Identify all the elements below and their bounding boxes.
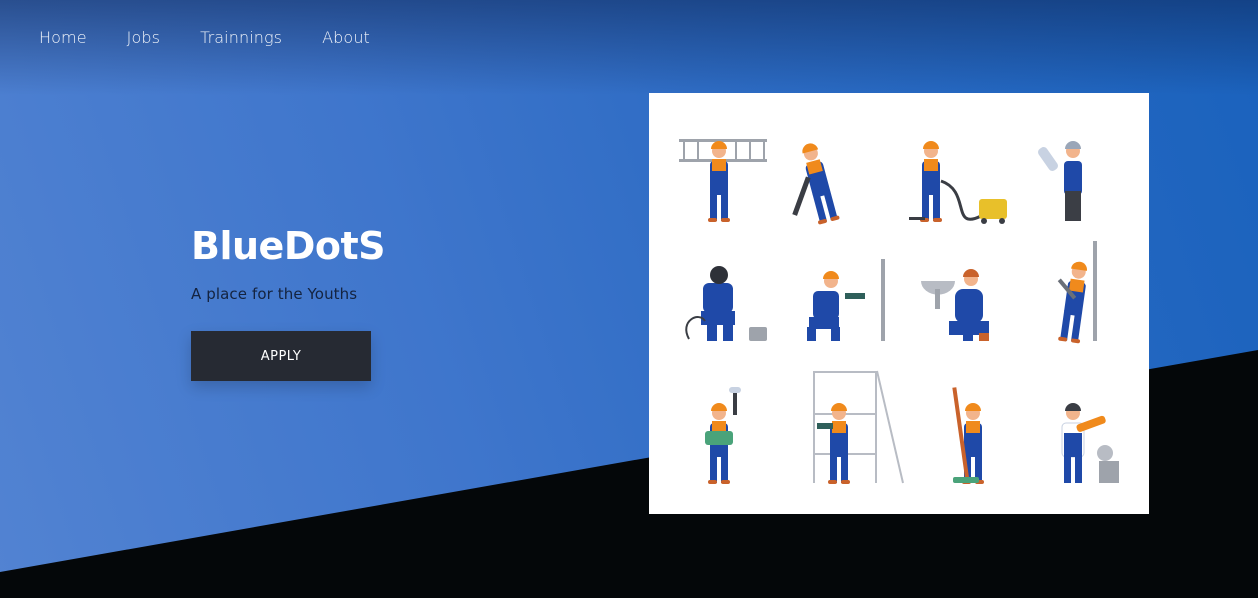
worker-plumber-icon xyxy=(921,269,989,341)
worker-welder-icon xyxy=(685,266,767,341)
worker-chainsaw-icon xyxy=(1061,403,1119,483)
hero-tagline: A place for the Youths xyxy=(191,285,358,303)
workers-illustration xyxy=(649,93,1149,514)
nav-home-link[interactable]: Home xyxy=(39,28,87,47)
worker-blueprint-icon xyxy=(1038,141,1082,221)
nav-about-link[interactable]: About xyxy=(322,28,370,47)
worker-jackhammer-icon xyxy=(792,140,840,225)
worker-ladder-icon xyxy=(679,139,767,222)
workers-illustration-art xyxy=(679,139,1119,484)
nav-trainings-link[interactable]: Trainnings xyxy=(200,28,282,47)
worker-vacuum-icon xyxy=(909,141,1007,224)
apply-button[interactable]: APPLY xyxy=(191,331,371,381)
brand-title: BlueDotS xyxy=(191,224,386,268)
nav-jobs-link[interactable]: Jobs xyxy=(127,28,160,47)
header-shade xyxy=(0,0,1258,95)
worker-painter-icon xyxy=(705,387,741,484)
main-nav: Home Jobs Trainnings About xyxy=(39,28,370,47)
worker-scaffold-icon xyxy=(813,370,904,484)
worker-wall-installer-icon xyxy=(1057,241,1097,344)
landing-page: Home Jobs Trainnings About BlueDotS A pl… xyxy=(0,0,1258,598)
worker-wall-drill-icon xyxy=(807,259,885,341)
worker-broom-icon xyxy=(952,387,984,484)
